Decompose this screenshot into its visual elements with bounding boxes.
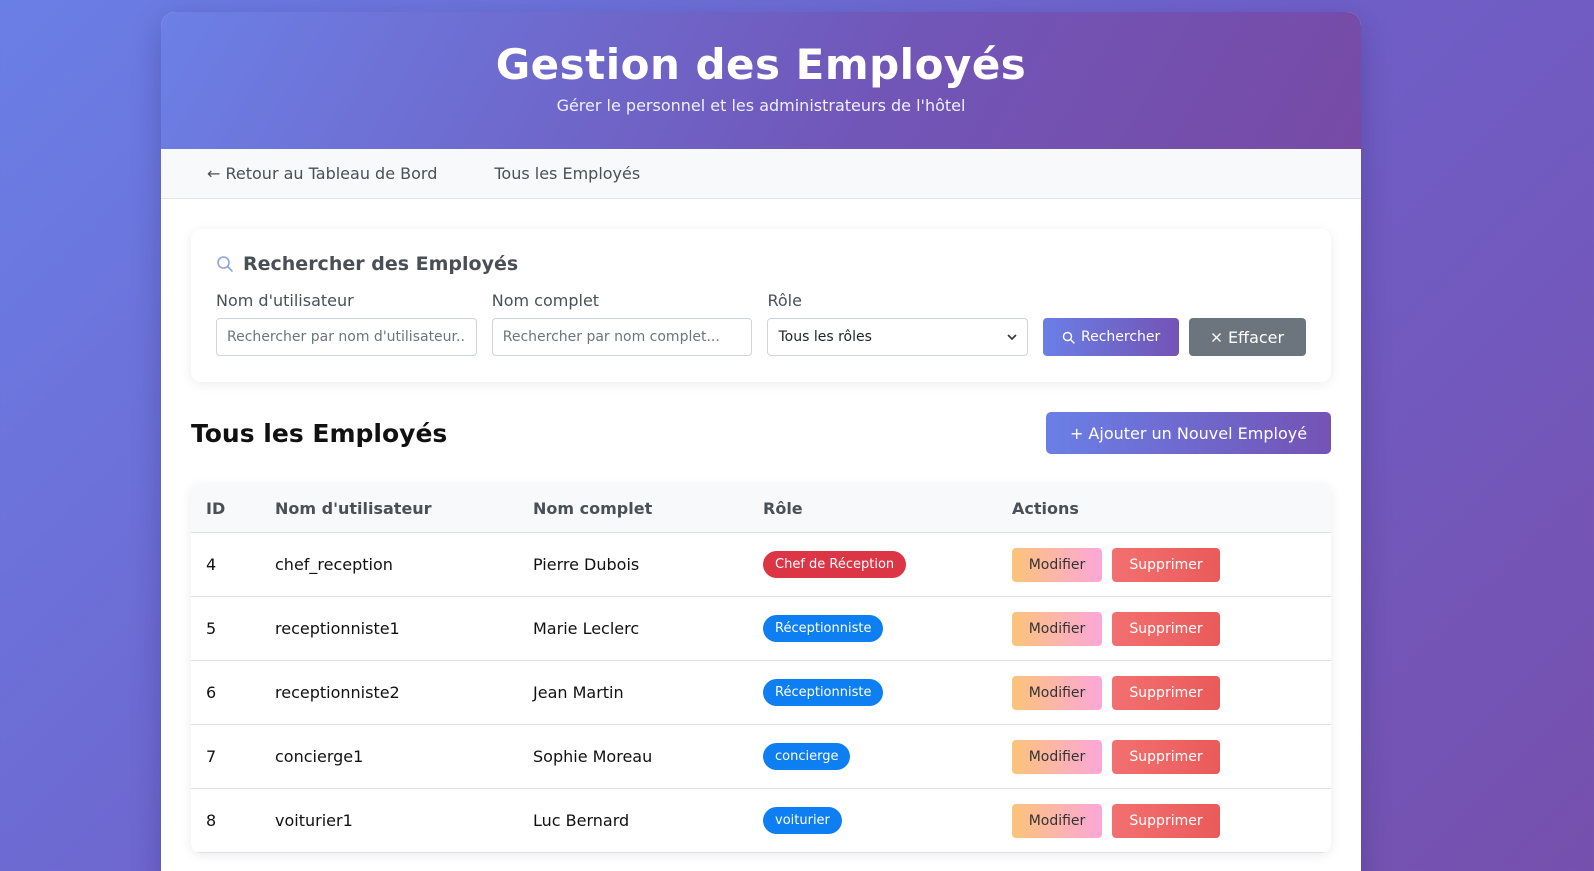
employee-fullname: Marie Leclerc (518, 596, 748, 661)
employee-fullname: Sophie Moreau (518, 724, 748, 789)
role-select[interactable]: Tous les rôles (767, 318, 1029, 356)
page-header: Gestion des Employés Gérer le personnel … (161, 12, 1361, 149)
back-to-dashboard-link[interactable]: ← Retour au Tableau de Bord (207, 164, 437, 183)
employee-username: receptionniste1 (260, 596, 518, 661)
fullname-search-input[interactable] (491, 318, 753, 356)
main-content: Rechercher des Employés Nom d'utilisateu… (161, 199, 1361, 853)
role-filter: Rôle Tous les rôles (767, 291, 1029, 356)
column-header-id: ID (191, 484, 260, 533)
employee-role-cell: Chef de Réception (748, 532, 997, 597)
chevron-down-icon (1007, 329, 1017, 345)
employee-role-cell: Réceptionniste (748, 596, 997, 661)
table-row: 6 receptionniste2 Jean Martin Réceptionnist… (191, 660, 1331, 725)
employee-actions: Modifier Supprimer (997, 596, 1331, 661)
employee-table-container: ID Nom d'utilisateur Nom complet Rôle Ac… (191, 484, 1331, 853)
row-actions: Modifier Supprimer (1012, 739, 1316, 774)
row-actions: Modifier Supprimer (1012, 547, 1316, 582)
column-header-fullname: Nom complet (518, 484, 748, 533)
search-panel-title: Rechercher des Employés (216, 251, 1306, 277)
delete-button[interactable]: Supprimer (1112, 675, 1220, 710)
table-row: 7 concierge1 Sophie Moreau concierge Modifie… (191, 724, 1331, 789)
table-row: 5 receptionniste1 Marie Leclerc Réceptionni… (191, 596, 1331, 661)
edit-button[interactable]: Modifier (1012, 547, 1102, 582)
search-form: Nom d'utilisateur Nom complet Rôle Tous … (216, 291, 1306, 356)
main-card: Gestion des Employés Gérer le personnel … (161, 12, 1361, 871)
edit-button[interactable]: Modifier (1012, 803, 1102, 838)
search-button[interactable]: Rechercher (1043, 318, 1180, 356)
page-subtitle: Gérer le personnel et les administrateur… (556, 96, 966, 115)
employee-fullname: Jean Martin (518, 660, 748, 725)
username-search-input[interactable] (216, 318, 477, 356)
role-filter-label: Rôle (767, 291, 802, 310)
search-panel-title-text: Rechercher des Employés (243, 253, 519, 275)
clear-button-label: Effacer (1227, 327, 1285, 347)
employee-id: 7 (191, 724, 260, 789)
clear-button[interactable]: Effacer (1189, 318, 1306, 356)
employee-role-cell: voiturier (748, 788, 997, 853)
role-badge: concierge (763, 743, 851, 770)
username-filter: Nom d'utilisateur (216, 291, 477, 356)
search-icon (216, 255, 234, 273)
row-actions: Modifier Supprimer (1012, 675, 1316, 710)
column-header-username: Nom d'utilisateur (260, 484, 518, 533)
edit-button[interactable]: Modifier (1012, 739, 1102, 774)
employee-table: ID Nom d'utilisateur Nom complet Rôle Ac… (191, 484, 1331, 853)
employee-list-title: Tous les Employés (191, 418, 448, 448)
role-badge: Réceptionniste (763, 679, 884, 706)
column-header-actions: Actions (997, 484, 1331, 533)
role-badge: Chef de Réception (763, 551, 907, 578)
fullname-filter: Nom complet (491, 291, 753, 356)
employee-username: concierge1 (260, 724, 518, 789)
employee-list-header: Tous les Employés + Ajouter un Nouvel Em… (191, 412, 1331, 454)
table-row: 4 chef_reception Pierre Dubois Chef de Réce… (191, 532, 1331, 597)
employee-role-cell: concierge (748, 724, 997, 789)
page-title: Gestion des Employés (495, 40, 1027, 89)
edit-button[interactable]: Modifier (1012, 675, 1102, 710)
employee-actions: Modifier Supprimer (997, 724, 1331, 789)
employee-username: receptionniste2 (260, 660, 518, 725)
table-row: 8 voiturier1 Luc Bernard voiturier Modifier S… (191, 788, 1331, 853)
edit-button[interactable]: Modifier (1012, 611, 1102, 646)
search-panel: Rechercher des Employés Nom d'utilisateu… (191, 229, 1331, 382)
row-actions: Modifier Supprimer (1012, 803, 1316, 838)
close-icon (1211, 332, 1222, 343)
search-button-label: Rechercher (1080, 329, 1161, 345)
search-icon (1062, 331, 1075, 344)
fullname-filter-label: Nom complet (491, 291, 600, 310)
employee-role-cell: Réceptionniste (748, 660, 997, 725)
row-actions: Modifier Supprimer (1012, 611, 1316, 646)
employee-actions: Modifier Supprimer (997, 660, 1331, 725)
employee-id: 4 (191, 532, 260, 597)
role-select-value: Tous les rôles (778, 329, 872, 345)
delete-button[interactable]: Supprimer (1112, 803, 1220, 838)
delete-button[interactable]: Supprimer (1112, 611, 1220, 646)
nav-bar: ← Retour au Tableau de Bord Tous les Emp… (161, 149, 1361, 199)
employee-fullname: Pierre Dubois (518, 532, 748, 597)
role-badge: Réceptionniste (763, 615, 884, 642)
table-header-row: ID Nom d'utilisateur Nom complet Rôle Ac… (191, 484, 1331, 533)
employee-username: voiturier1 (260, 788, 518, 853)
username-filter-label: Nom d'utilisateur (216, 291, 354, 310)
employee-id: 6 (191, 660, 260, 725)
employee-fullname: Luc Bernard (518, 788, 748, 853)
employee-id: 5 (191, 596, 260, 661)
employee-id: 8 (191, 788, 260, 853)
employee-actions: Modifier Supprimer (997, 788, 1331, 853)
employee-actions: Modifier Supprimer (997, 532, 1331, 597)
add-employee-button[interactable]: + Ajouter un Nouvel Employé (1046, 412, 1331, 454)
delete-button[interactable]: Supprimer (1112, 547, 1220, 582)
column-header-role: Rôle (748, 484, 997, 533)
all-employees-link[interactable]: Tous les Employés (494, 164, 640, 183)
employee-username: chef_reception (260, 532, 518, 597)
role-badge: voiturier (763, 807, 842, 834)
delete-button[interactable]: Supprimer (1112, 739, 1220, 774)
